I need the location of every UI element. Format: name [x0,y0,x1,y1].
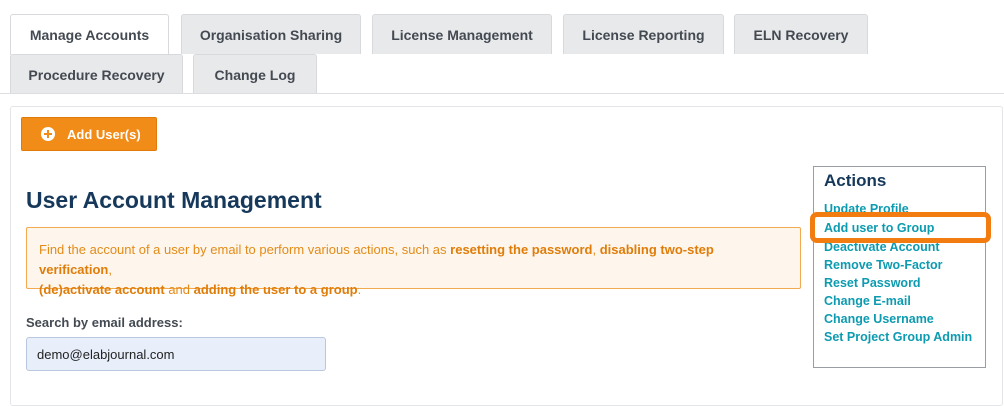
info-message: Find the account of a user by email to p… [26,227,801,297]
action-remove-two-factor[interactable]: Remove Two-Factor [824,258,943,272]
tab-organisation-sharing[interactable]: Organisation Sharing [181,14,361,54]
info-sep-3: and [164,282,194,297]
search-label: Search by email address: [26,315,183,330]
info-bold-deactivate: (de)activate account [39,282,165,297]
info-suffix: . [357,282,362,297]
highlight-add-user-to-group[interactable]: Add user to Group [810,212,991,243]
plus-circle-icon [41,127,55,141]
info-text-prefix: Find the account of a user by email to p… [39,242,451,257]
tab-change-log[interactable]: Change Log [193,54,317,94]
info-sep-1: , [592,242,600,257]
tab-manage-accounts[interactable]: Manage Accounts [10,14,169,55]
tab-bar: Manage Accounts Organisation Sharing Lic… [0,0,1004,94]
tab-eln-recovery[interactable]: ELN Recovery [734,14,868,54]
page-title: User Account Management [26,187,322,213]
actions-panel: Actions Update Profile Add user to Group… [813,166,986,368]
highlight-label: Add user to Group [824,221,935,235]
tab-divider [0,93,1004,94]
tab-license-reporting[interactable]: License Reporting [563,14,724,54]
tab-procedure-recovery[interactable]: Procedure Recovery [10,54,183,94]
action-reset-password[interactable]: Reset Password [824,276,921,290]
email-search-input[interactable] [26,337,326,371]
info-bold-add-group: adding the user to a group [193,282,358,297]
tab-license-management[interactable]: License Management [372,14,552,54]
add-users-button[interactable]: Add User(s) [21,117,157,151]
info-sep-2: , [108,262,112,277]
action-change-email[interactable]: Change E-mail [824,294,911,308]
action-set-project-group-admin[interactable]: Set Project Group Admin [824,330,972,344]
info-bold-reset-password: resetting the password [450,242,593,257]
add-users-label: Add User(s) [67,126,141,142]
actions-title: Actions [824,171,887,190]
action-change-username[interactable]: Change Username [824,312,934,326]
